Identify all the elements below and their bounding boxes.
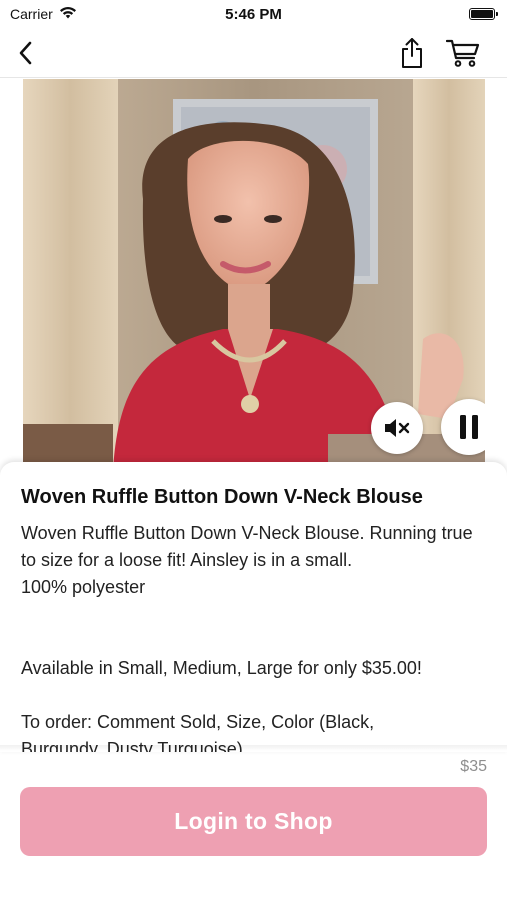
product-description: Woven Ruffle Button Down V-Neck Blouse. … (21, 520, 491, 752)
speaker-muted-icon (385, 419, 410, 437)
description-line (21, 601, 491, 628)
status-time: 5:46 PM (225, 6, 282, 23)
product-title: Woven Ruffle Button Down V-Neck Blouse (21, 486, 423, 508)
description-line: 100% polyester (21, 577, 146, 597)
description-line (21, 682, 491, 709)
battery-icon (469, 8, 498, 20)
share-button[interactable] (395, 34, 429, 72)
back-button[interactable] (8, 36, 42, 70)
pause-icon (460, 415, 478, 439)
description-line: Available in Small, Medium, Large for on… (21, 658, 422, 678)
product-info-sheet: Woven Ruffle Button Down V-Neck Blouse W… (0, 462, 507, 752)
cart-button[interactable] (443, 34, 483, 72)
cart-icon (446, 39, 480, 67)
description-line (21, 628, 491, 655)
description-line: To order: Comment Sold, Size, Color (Bla… (21, 712, 375, 732)
mute-button[interactable] (371, 402, 423, 454)
login-to-shop-button[interactable]: Login to Shop (20, 787, 487, 856)
description-line: Woven Ruffle Button Down V-Neck Blouse. … (21, 523, 473, 570)
nav-bar (0, 28, 507, 78)
share-icon (402, 38, 422, 68)
status-bar: Carrier 5:46 PM (0, 0, 507, 28)
product-video[interactable] (23, 79, 485, 471)
chevron-left-icon (19, 41, 32, 65)
footer-divider (0, 745, 507, 751)
price-label: $35 (460, 758, 487, 775)
